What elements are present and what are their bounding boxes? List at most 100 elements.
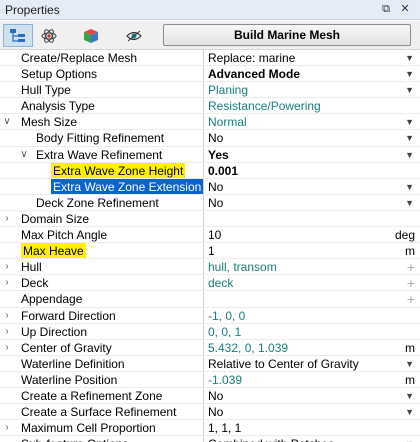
property-row[interactable]: › Maximum Cell Proportion 1, 1, 1 bbox=[0, 420, 420, 437]
property-name-cell[interactable]: Setup Options bbox=[0, 66, 204, 83]
dropdown-arrow-icon[interactable]: ▼ bbox=[405, 195, 414, 210]
property-row[interactable]: Waterline Position -1.039 m bbox=[0, 371, 420, 388]
property-value-cell[interactable]: No ▼ bbox=[205, 404, 420, 421]
property-name-cell[interactable]: Create a Surface Refinement bbox=[0, 404, 204, 421]
dropdown-arrow-icon[interactable]: ▼ bbox=[405, 179, 414, 194]
property-row[interactable]: › Hull hull, transom + bbox=[0, 259, 420, 276]
expand-chevron-icon[interactable]: › bbox=[2, 340, 12, 355]
property-name-cell[interactable]: Max Heave bbox=[0, 243, 204, 260]
expand-chevron-icon[interactable]: › bbox=[2, 324, 12, 339]
property-name-cell[interactable]: Deck Zone Refinement bbox=[0, 194, 204, 211]
expand-chevron-icon[interactable]: › bbox=[2, 275, 12, 290]
tab-mesh[interactable] bbox=[76, 24, 106, 47]
property-value-cell[interactable]: deck + bbox=[205, 275, 420, 292]
expand-chevron-icon[interactable]: › bbox=[2, 259, 12, 274]
property-value-cell[interactable]: No ▼ bbox=[205, 388, 420, 405]
property-value-cell[interactable]: Advanced Mode ▼ bbox=[205, 66, 420, 83]
property-name-cell[interactable]: Waterline Position bbox=[0, 371, 204, 388]
dropdown-arrow-icon[interactable]: ▼ bbox=[405, 436, 414, 442]
property-name-cell[interactable]: Hull Type bbox=[0, 82, 204, 99]
dropdown-arrow-icon[interactable]: ▼ bbox=[405, 82, 414, 97]
pin-icon[interactable]: ⧉ bbox=[379, 2, 393, 16]
property-name-cell[interactable]: › Center of Gravity bbox=[0, 339, 204, 356]
property-value-cell[interactable]: Yes ▼ bbox=[205, 147, 420, 163]
property-name-cell[interactable]: Waterline Definition bbox=[0, 355, 204, 372]
expand-chevron-icon[interactable]: › bbox=[2, 211, 12, 226]
property-name-cell[interactable]: Create a Refinement Zone bbox=[0, 387, 204, 405]
property-row[interactable]: › Center of Gravity 5.432, 0, 1.039 m bbox=[0, 339, 420, 356]
property-value-cell[interactable]: Resistance/Powering bbox=[205, 98, 420, 115]
property-name-cell[interactable]: ∨ Extra Wave Refinement bbox=[0, 146, 204, 163]
property-name-cell[interactable]: › Up Direction bbox=[0, 323, 204, 340]
property-name-cell[interactable]: Sub-feature Options bbox=[0, 436, 204, 442]
property-name-cell[interactable]: Body Fitting Refinement bbox=[0, 130, 204, 147]
property-name-cell[interactable]: › Forward Direction bbox=[0, 307, 204, 324]
property-row[interactable]: › Deck deck + bbox=[0, 275, 420, 292]
property-row[interactable]: Appendage + bbox=[0, 291, 420, 308]
property-name-cell[interactable]: Extra Wave Zone Height bbox=[0, 162, 204, 179]
property-row[interactable]: Waterline Definition Relative to Center o… bbox=[0, 355, 420, 372]
tab-physics[interactable] bbox=[34, 24, 64, 47]
property-value-cell[interactable]: No ▼ bbox=[205, 179, 420, 195]
property-name-cell[interactable]: › Maximum Cell Proportion bbox=[0, 420, 204, 437]
property-row[interactable]: › Forward Direction -1, 0, 0 bbox=[0, 307, 420, 324]
property-value-cell[interactable]: 0.001 bbox=[205, 163, 420, 179]
property-name-cell[interactable]: › Domain Size bbox=[0, 210, 204, 228]
property-row[interactable]: Setup Options Advanced Mode ▼ bbox=[0, 66, 420, 83]
dropdown-arrow-icon[interactable]: ▼ bbox=[405, 356, 414, 371]
close-icon[interactable]: ✕ bbox=[398, 2, 412, 16]
property-name-cell[interactable]: Appendage bbox=[0, 291, 204, 308]
expand-chevron-icon[interactable]: › bbox=[2, 308, 12, 323]
property-name-cell[interactable]: Create/Replace Mesh bbox=[0, 50, 204, 67]
dropdown-arrow-icon[interactable]: ▼ bbox=[405, 130, 414, 145]
property-value-cell[interactable]: hull, transom + bbox=[205, 259, 420, 276]
build-marine-mesh-button[interactable]: Build Marine Mesh bbox=[163, 24, 411, 46]
property-row[interactable]: ∨ Extra Wave Refinement Yes ▼ bbox=[0, 146, 420, 163]
property-row[interactable]: Hull Type Planing ▼ bbox=[0, 82, 420, 99]
property-value-cell[interactable]: 1, 1, 1 bbox=[205, 420, 420, 437]
property-value-cell[interactable]: 1m bbox=[205, 243, 420, 260]
expand-chevron-icon[interactable]: › bbox=[2, 420, 12, 435]
property-value-cell[interactable]: + bbox=[205, 291, 420, 308]
property-row[interactable]: Deck Zone Refinement No ▼ bbox=[0, 194, 420, 211]
property-row[interactable]: Create a Refinement Zone No ▼ bbox=[0, 387, 420, 405]
property-name-cell[interactable]: Max Pitch Angle bbox=[0, 227, 204, 244]
property-row[interactable]: Create a Surface Refinement No ▼ bbox=[0, 404, 420, 421]
property-name-cell[interactable]: ∨ Mesh Size bbox=[0, 114, 204, 131]
dropdown-arrow-icon[interactable]: ▼ bbox=[405, 50, 414, 65]
property-value-cell[interactable]: -1, 0, 0 bbox=[205, 308, 420, 324]
property-value-cell[interactable]: -1.039 m bbox=[205, 372, 420, 388]
property-value-cell[interactable]: No ▼ bbox=[205, 195, 420, 211]
property-row[interactable]: Sub-feature Options Combined with Patches… bbox=[0, 436, 420, 442]
property-name-cell[interactable]: › Hull bbox=[0, 259, 204, 276]
add-icon[interactable]: + bbox=[407, 275, 415, 290]
property-value-cell[interactable]: Combined with Patches ▼ bbox=[205, 436, 420, 442]
property-value-cell[interactable]: 5.432, 0, 1.039 m bbox=[205, 340, 420, 356]
property-row[interactable]: ∨ Mesh Size Normal ▼ bbox=[0, 114, 420, 131]
dropdown-arrow-icon[interactable]: ▼ bbox=[405, 66, 414, 81]
property-value-cell[interactable]: Planing ▼ bbox=[205, 82, 420, 99]
add-icon[interactable]: + bbox=[407, 259, 415, 274]
property-row[interactable]: Create/Replace Mesh Replace: marine ▼ bbox=[0, 50, 420, 67]
property-name-cell[interactable]: Extra Wave Zone Extension bbox=[0, 178, 204, 195]
property-row[interactable]: Extra Wave Zone Extension No ▼ bbox=[0, 178, 420, 195]
collapse-chevron-icon[interactable]: ∨ bbox=[19, 147, 29, 162]
dropdown-arrow-icon[interactable]: ▼ bbox=[405, 114, 414, 129]
property-value-cell[interactable]: Replace: marine ▼ bbox=[205, 50, 420, 67]
property-row[interactable]: Analysis Type Resistance/Powering bbox=[0, 98, 420, 115]
property-value-cell[interactable]: Normal ▼ bbox=[205, 114, 420, 131]
dropdown-arrow-icon[interactable]: ▼ bbox=[405, 404, 414, 419]
property-row[interactable]: › Up Direction 0, 0, 1 bbox=[0, 323, 420, 340]
property-value-cell[interactable]: 10 deg bbox=[205, 227, 420, 244]
property-value-cell[interactable]: 0, 0, 1 bbox=[205, 324, 420, 340]
property-row[interactable]: Max Pitch Angle 10 deg bbox=[0, 227, 420, 244]
property-row[interactable]: › Domain Size bbox=[0, 210, 420, 228]
property-name-cell[interactable]: Analysis Type bbox=[0, 98, 204, 115]
tab-visualization[interactable] bbox=[119, 24, 149, 47]
add-icon[interactable]: + bbox=[407, 291, 415, 306]
dropdown-arrow-icon[interactable]: ▼ bbox=[405, 388, 414, 403]
property-name-cell[interactable]: › Deck bbox=[0, 275, 204, 292]
property-value-cell[interactable]: Relative to Center of Gravity ▼ bbox=[205, 356, 420, 372]
collapse-chevron-icon[interactable]: ∨ bbox=[2, 114, 12, 129]
property-row[interactable]: Max Heave 1 m bbox=[0, 243, 420, 260]
